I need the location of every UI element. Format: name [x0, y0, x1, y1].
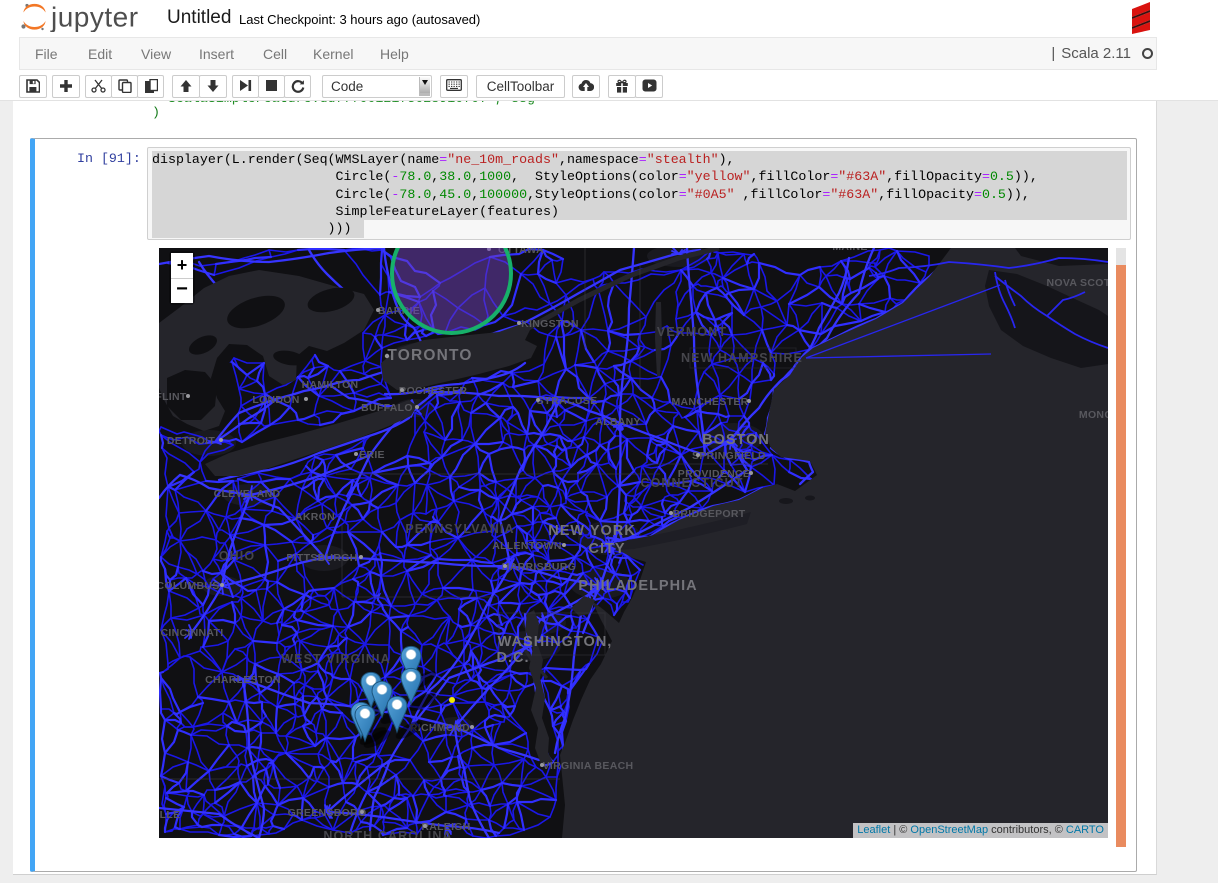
svg-text:GREENSBORO: GREENSBORO [288, 807, 367, 819]
svg-text:FLINT: FLINT [159, 391, 187, 403]
svg-text:ALLENTOWN: ALLENTOWN [492, 540, 562, 552]
svg-text:NOVA SCOTIA: NOVA SCOTIA [1046, 277, 1108, 289]
svg-text:MONCTON: MONCTON [1079, 409, 1108, 421]
svg-text:CLEVELAND: CLEVELAND [214, 488, 281, 500]
svg-text:SYRACUSE: SYRACUSE [537, 395, 598, 407]
svg-text:ROCHESTER: ROCHESTER [399, 385, 468, 397]
svg-text:CINCINNATI: CINCINNATI [161, 627, 224, 639]
svg-text:DETROIT: DETROIT [167, 435, 215, 447]
svg-text:AKRON: AKRON [295, 511, 335, 523]
svg-text:MANCHESTER: MANCHESTER [671, 396, 748, 408]
svg-text:NEW YORK: NEW YORK [548, 523, 636, 539]
svg-text:HAMILTON: HAMILTON [302, 379, 359, 391]
svg-text:CONNECTICUT: CONNECTICUT [640, 476, 743, 490]
svg-text:COLUMBUS: COLUMBUS [159, 580, 220, 592]
svg-text:LONDON: LONDON [252, 394, 299, 406]
svg-text:OHIO: OHIO [219, 549, 255, 563]
svg-text:BOSTON: BOSTON [702, 432, 770, 448]
svg-text:VIRGINIA BEACH: VIRGINIA BEACH [543, 760, 634, 772]
svg-text:KNOXVILLE: KNOXVILLE [159, 809, 180, 821]
svg-text:KINGSTON: KINGSTON [521, 318, 579, 330]
svg-text:CHARLESTON: CHARLESTON [205, 674, 281, 686]
svg-text:TORONTO: TORONTO [387, 347, 472, 364]
svg-text:WEST VIRGINIA: WEST VIRGINIA [281, 652, 390, 666]
svg-text:BUFFALO: BUFFALO [361, 402, 413, 414]
svg-text:ERIE: ERIE [359, 449, 385, 461]
svg-text:CITY: CITY [588, 541, 625, 557]
svg-text:WASHINGTON,: WASHINGTON, [498, 634, 613, 650]
svg-text:PENNSYLVANIA: PENNSYLVANIA [405, 522, 514, 536]
svg-text:HARRISBURG: HARRISBURG [502, 561, 576, 573]
svg-text:jupyter: jupyter [50, 2, 139, 32]
svg-text:PHILADELPHIA: PHILADELPHIA [578, 578, 697, 594]
svg-text:SPRINGFIELD: SPRINGFIELD [692, 450, 766, 462]
svg-text:D.C.: D.C. [497, 650, 530, 666]
svg-text:NEW HAMPSHIRE: NEW HAMPSHIRE [681, 351, 803, 365]
svg-text:BRIDGEPORT: BRIDGEPORT [672, 508, 745, 520]
svg-text:NORTH CAROLINA: NORTH CAROLINA [323, 829, 452, 838]
svg-text:VERMONT: VERMONT [657, 325, 727, 339]
svg-text:ALBANY: ALBANY [595, 416, 641, 428]
svg-text:PITTSBURGH: PITTSBURGH [286, 552, 357, 564]
svg-text:MAINE: MAINE [832, 248, 867, 253]
